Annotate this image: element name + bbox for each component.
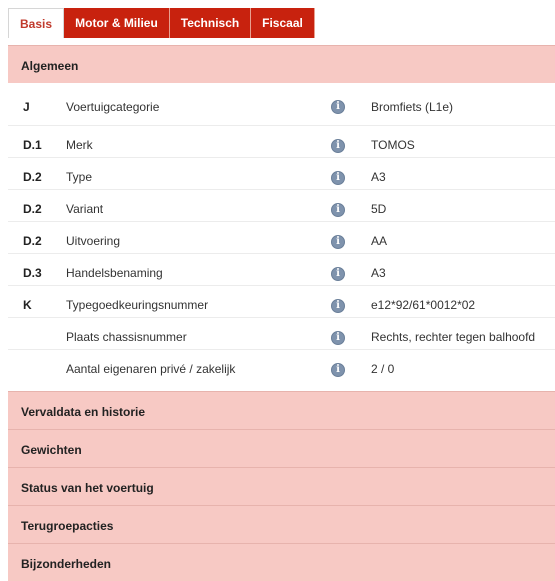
info-icon[interactable]: i [331,171,345,185]
section-terugroepacties-header[interactable]: Terugroepacties [8,505,555,543]
table-row: Plaats chassisnummer i Rechts, rechter t… [8,318,555,350]
info-icon[interactable]: i [331,139,345,153]
row-value: Bromfiets (L1e) [371,100,454,114]
section-gewichten-header[interactable]: Gewichten [8,429,555,467]
tab-bar: Basis Motor & Milieu Technisch Fiscaal [8,8,315,38]
table-row: D.2 Variant i 5D [8,190,555,222]
section-status-header[interactable]: Status van het voertuig [8,467,555,505]
table-row: D.2 Type i A3 [8,158,555,190]
info-icon[interactable]: i [331,235,345,249]
collapsed-sections: Vervaldata en historie Gewichten Status … [8,391,555,581]
tab-motor-milieu[interactable]: Motor & Milieu [64,8,170,38]
table-row: D.3 Handelsbenaming i A3 [8,254,555,286]
row-value: 2 / 0 [371,362,395,376]
info-icon[interactable]: i [331,100,345,114]
section-vervaldata-header[interactable]: Vervaldata en historie [8,391,555,429]
row-label: Aantal eigenaren privé / zakelijk [66,362,236,376]
vehicle-details-table: J Voertuigcategorie i Bromfiets (L1e) D.… [8,87,555,382]
row-code: J [23,100,30,114]
table-row: Aantal eigenaren privé / zakelijk i 2 / … [8,350,555,382]
tab-fiscaal[interactable]: Fiscaal [251,8,315,38]
tab-basis[interactable]: Basis [8,8,64,38]
table-row: J Voertuigcategorie i Bromfiets (L1e) [8,87,555,126]
section-algemeen-header[interactable]: Algemeen [8,45,555,83]
tab-technisch[interactable]: Technisch [170,8,251,38]
table-row: K Typegoedkeuringsnummer i e12*92/61*001… [8,286,555,318]
row-label: Voertuigcategorie [66,100,160,114]
table-row: D.2 Uitvoering i AA [8,222,555,254]
info-icon[interactable]: i [331,363,345,377]
section-bijzonderheden-header[interactable]: Bijzonderheden [8,543,555,581]
info-icon[interactable]: i [331,331,345,345]
info-icon[interactable]: i [331,203,345,217]
info-icon[interactable]: i [331,299,345,313]
info-icon[interactable]: i [331,267,345,281]
table-row: D.1 Merk i TOMOS [8,126,555,158]
